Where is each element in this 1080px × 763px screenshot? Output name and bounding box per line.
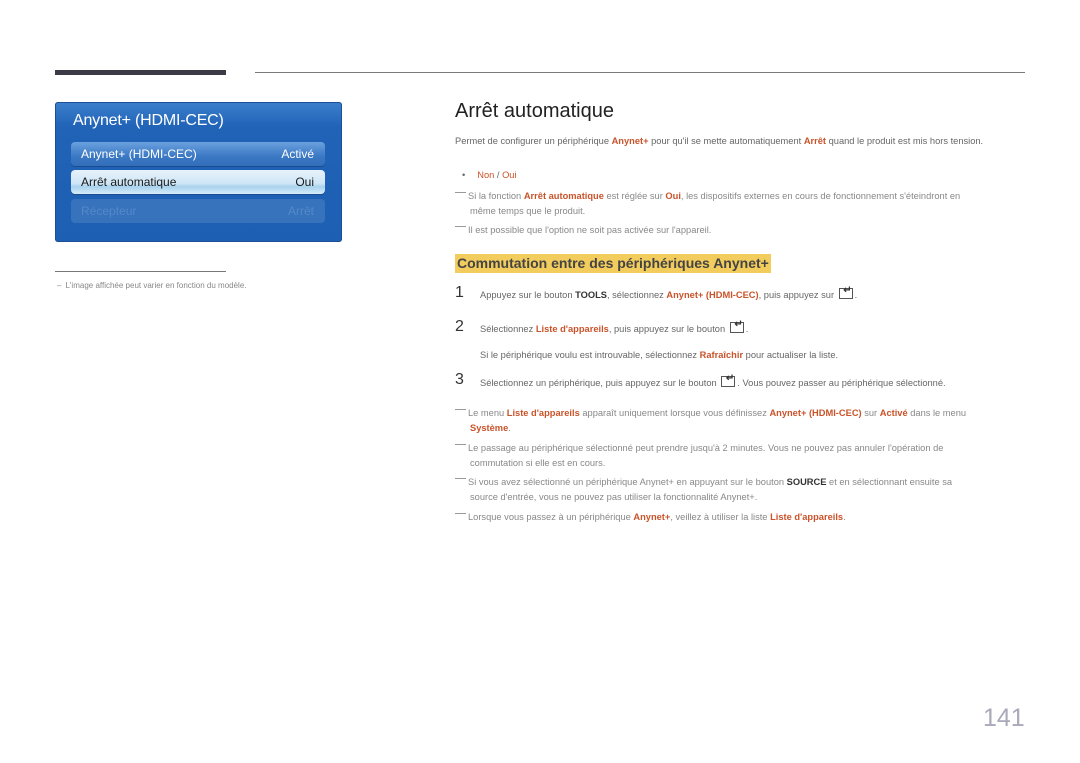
osd-item-label: Arrêt automatique [81, 175, 177, 189]
osd-item-anynet[interactable]: Anynet+ (HDMI-CEC) Activé [71, 142, 325, 166]
step-number: 2 [455, 318, 464, 335]
note-switch-time: Le passage au périphérique sélectionné p… [455, 441, 1015, 471]
osd-item-recepteur: Récepteur Arrêt [71, 199, 325, 223]
note-icon [455, 478, 466, 479]
note-icon [455, 192, 466, 193]
step-number: 3 [455, 371, 464, 388]
note-device-list: Le menu Liste d'appareils apparaît uniqu… [455, 406, 1015, 436]
step-2: Sélectionnez Liste d'appareils, puis app… [480, 319, 748, 334]
note-icon [455, 513, 466, 514]
header-rule [255, 72, 1025, 73]
footnote: – L'image affichée peut varier en fonctio… [57, 281, 247, 290]
option-list: • Non / Oui [462, 170, 517, 180]
enter-icon [721, 373, 736, 387]
osd-item-label: Récepteur [81, 204, 137, 218]
header-bar-thick [55, 70, 226, 75]
dash-icon: – [57, 281, 62, 290]
osd-menu-title: Anynet+ (HDMI-CEC) [73, 112, 224, 129]
osd-item-value: Oui [295, 175, 314, 189]
bullet-icon: • [462, 170, 466, 180]
section-title-arret-automatique: Arrêt automatique [455, 100, 614, 122]
note-option-availability: Il est possible que l'option ne soit pas… [455, 223, 1015, 238]
section1-description: Permet de configurer un périphérique Any… [455, 136, 984, 146]
footnote-rule [55, 271, 226, 272]
step-number: 1 [455, 284, 464, 301]
enter-icon [838, 285, 853, 299]
osd-item-value: Arrêt [287, 204, 314, 218]
page-number: 141 [983, 704, 1025, 732]
osd-menu-panel: Anynet+ (HDMI-CEC) Anynet+ (HDMI-CEC) Ac… [55, 102, 342, 242]
note-icon [455, 226, 466, 227]
osd-item-arret-automatique[interactable]: Arrêt automatique Oui [71, 170, 325, 194]
note-auto-off: Si la fonction Arrêt automatique est rég… [455, 189, 1015, 219]
osd-item-value: Activé [281, 147, 314, 161]
enter-icon [729, 319, 744, 333]
footnote-text: L'image affichée peut varier en fonction… [65, 281, 247, 290]
osd-item-label: Anynet+ (HDMI-CEC) [81, 147, 197, 161]
step-2-sub: Si le périphérique voulu est introuvable… [480, 350, 839, 360]
section-title-commutation: Commutation entre des périphériques Anyn… [455, 254, 771, 273]
step-3: Sélectionnez un périphérique, puis appuy… [480, 373, 946, 388]
note-icon [455, 409, 466, 410]
step-1: Appuyez sur le bouton TOOLS, sélectionne… [480, 285, 857, 300]
note-use-device-list: Lorsque vous passez à un périphérique An… [455, 510, 1015, 525]
note-icon [455, 444, 466, 445]
note-source-button: Si vous avez sélectionné un périphérique… [455, 475, 1015, 505]
